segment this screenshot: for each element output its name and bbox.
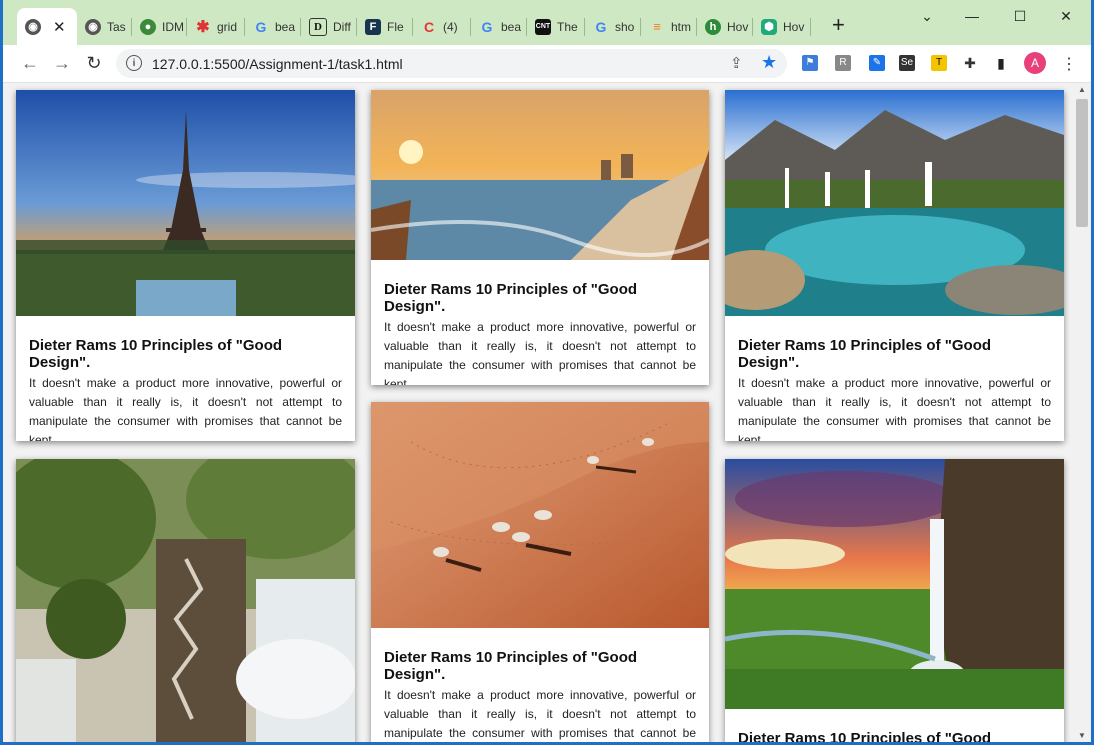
card: Dieter Rams 10 Principles of "Good Desig… bbox=[16, 90, 355, 441]
asterisk-icon: ✱ bbox=[196, 18, 210, 36]
extension-icon[interactable]: ⚑ bbox=[802, 55, 818, 71]
tab-strip: ◉ ✕ ◉ Tas ● IDM ✱ grid G bea D Diff F Fl… bbox=[3, 0, 1091, 45]
globe-icon: ◉ bbox=[85, 18, 101, 35]
tab[interactable]: D Diff bbox=[301, 8, 357, 45]
tab[interactable]: ✱ grid bbox=[187, 8, 245, 45]
card-title: Dieter Rams 10 Principles of "Good Desig… bbox=[384, 649, 638, 683]
google-icon: G bbox=[481, 18, 493, 35]
card-body: It doesn't make a product more innovativ… bbox=[29, 376, 342, 441]
card: Dieter Rams 10 Principles of "Good Desig… bbox=[371, 402, 709, 742]
share-icon[interactable]: ⇪ bbox=[730, 54, 743, 72]
tab-active[interactable]: ◉ ✕ bbox=[17, 8, 77, 45]
tab[interactable]: G bea bbox=[471, 8, 527, 45]
card-image bbox=[16, 459, 355, 742]
browser-window: ◉ ✕ ◉ Tas ● IDM ✱ grid G bea D Diff F Fl… bbox=[3, 0, 1091, 742]
page-viewport: Dieter Rams 10 Principles of "Good Desig… bbox=[3, 83, 1073, 742]
card-image bbox=[16, 90, 355, 316]
tab[interactable]: ≡ htm bbox=[641, 8, 697, 45]
url-text[interactable]: 127.0.0.1:5500/Assignment-1/task1.html bbox=[152, 56, 403, 72]
google-icon: G bbox=[255, 18, 267, 35]
card-title: Dieter Rams 10 Principles of "Good Desig… bbox=[384, 281, 638, 315]
d-icon: D bbox=[309, 17, 327, 36]
tab[interactable]: ⬢ Hov bbox=[753, 8, 811, 45]
card-body: It doesn't make a product more innovativ… bbox=[738, 376, 1051, 441]
t-extension-icon[interactable]: T bbox=[931, 55, 947, 71]
pen-extension-icon[interactable]: ✎ bbox=[869, 55, 885, 71]
star-icon[interactable]: ★ bbox=[761, 52, 777, 73]
card-image bbox=[725, 459, 1064, 709]
card-title: Dieter Rams 10 Principles of "Good Desig… bbox=[738, 730, 992, 742]
scroll-up-icon[interactable]: ▲ bbox=[1078, 85, 1086, 94]
card: Dieter Rams 10 Principles of "Good Desig… bbox=[371, 90, 709, 385]
c-icon: C bbox=[423, 18, 435, 35]
info-icon[interactable]: i bbox=[126, 55, 142, 71]
back-button[interactable]: ← bbox=[19, 53, 41, 73]
idm-icon: ● bbox=[140, 18, 156, 35]
new-tab-button[interactable]: + bbox=[832, 14, 845, 36]
maximize-button[interactable]: ☐ bbox=[1010, 8, 1030, 25]
card: Dieter Rams 10 Principles of "Good Desig… bbox=[725, 90, 1064, 441]
h-icon: h bbox=[705, 18, 721, 35]
scroll-down-icon[interactable]: ▼ bbox=[1078, 731, 1086, 740]
forward-button[interactable]: → bbox=[51, 53, 73, 73]
tab[interactable]: CNT The bbox=[527, 8, 585, 45]
tab[interactable]: ◉ Tas bbox=[77, 8, 132, 45]
card-image bbox=[725, 90, 1064, 316]
card-image bbox=[371, 402, 709, 628]
minimize-button[interactable]: — bbox=[962, 8, 982, 24]
card-body: It doesn't make a product more innovativ… bbox=[384, 320, 696, 385]
selenium-extension-icon[interactable]: Se bbox=[899, 55, 915, 71]
tab[interactable]: F Fle bbox=[357, 8, 413, 45]
scroll-thumb[interactable] bbox=[1076, 99, 1088, 227]
r-extension-icon[interactable]: R bbox=[835, 55, 851, 71]
reload-button[interactable]: ↻ bbox=[83, 53, 105, 73]
tab[interactable]: C (4) bbox=[413, 8, 471, 45]
hex-icon: ⬢ bbox=[761, 18, 777, 35]
sidepanel-icon[interactable]: ▮ bbox=[993, 55, 1009, 71]
card bbox=[16, 459, 355, 742]
tab[interactable]: ● IDM bbox=[132, 8, 187, 45]
card-image bbox=[371, 90, 709, 260]
close-window-button[interactable]: ✕ bbox=[1056, 8, 1076, 25]
f-icon: F bbox=[365, 18, 381, 35]
card-body: It doesn't make a product more innovativ… bbox=[384, 688, 696, 740]
address-bar[interactable]: i 127.0.0.1:5500/Assignment-1/task1.html… bbox=[116, 49, 787, 78]
stack-icon: ≡ bbox=[653, 19, 661, 34]
card-title: Dieter Rams 10 Principles of "Good Desig… bbox=[29, 337, 283, 371]
cnt-icon: CNT bbox=[535, 18, 551, 35]
tab[interactable]: G bea bbox=[245, 8, 301, 45]
globe-icon: ◉ bbox=[25, 18, 41, 35]
google-icon: G bbox=[595, 18, 607, 35]
tab[interactable]: G sho bbox=[585, 8, 641, 45]
card: Dieter Rams 10 Principles of "Good Desig… bbox=[725, 459, 1064, 742]
close-icon[interactable]: ✕ bbox=[53, 18, 66, 36]
puzzle-icon[interactable]: ✚ bbox=[962, 55, 978, 71]
card-title: Dieter Rams 10 Principles of "Good Desig… bbox=[738, 337, 992, 371]
toolbar: ← → ↻ i 127.0.0.1:5500/Assignment-1/task… bbox=[3, 45, 1091, 83]
chevron-down-icon[interactable]: ⌄ bbox=[917, 8, 937, 25]
tab[interactable]: h Hov bbox=[697, 8, 753, 45]
menu-icon[interactable]: ⋮ bbox=[1061, 54, 1077, 74]
avatar[interactable]: A bbox=[1024, 52, 1046, 74]
scrollbar[interactable]: ▲ ▼ bbox=[1073, 83, 1091, 742]
